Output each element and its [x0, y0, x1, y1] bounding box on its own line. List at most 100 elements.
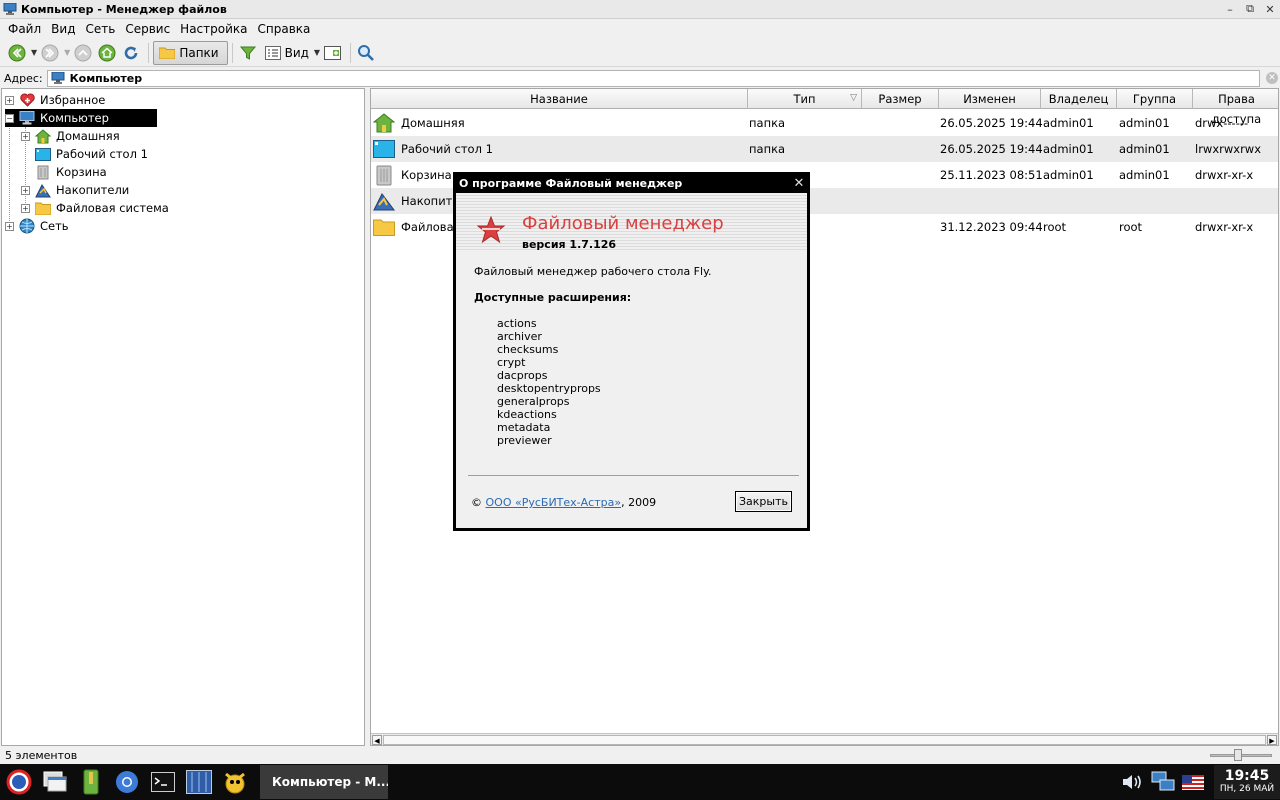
maximize-button[interactable]: ⧉	[1240, 0, 1260, 18]
tree-item-filesystem[interactable]: + Файловая система	[21, 199, 169, 217]
company-link[interactable]: ООО «РусБИТех-Астра»	[486, 496, 622, 509]
tree-item-label: Сеть	[40, 219, 69, 233]
scroll-right-icon[interactable]: ▶	[1267, 735, 1277, 745]
dialog-close-button[interactable]: Закрыть	[735, 491, 792, 512]
menu-service[interactable]: Сервис	[120, 19, 175, 39]
forward-icon	[41, 44, 59, 61]
trash-icon	[373, 164, 395, 186]
dialog-title: О программе Файловый менеджер	[459, 177, 683, 190]
extensions-list: actions archiver checksums crypt dacprop…	[497, 317, 601, 447]
tree-item-favorites[interactable]: + Избранное	[5, 91, 105, 109]
back-button[interactable]	[6, 41, 28, 65]
dialog-close-icon[interactable]: ✕	[791, 175, 807, 193]
column-header-owner[interactable]: Владелец	[1041, 89, 1117, 109]
column-header-permissions[interactable]: Права доступа	[1193, 89, 1278, 126]
home-button[interactable]	[96, 41, 118, 65]
scroll-left-icon[interactable]: ◀	[372, 735, 382, 745]
column-header-modified[interactable]: Изменен	[939, 89, 1041, 109]
scrollbar-thumb[interactable]	[383, 735, 1266, 745]
menu-network[interactable]: Сеть	[80, 19, 120, 39]
desktop-icon	[373, 138, 395, 160]
column-header-group[interactable]: Группа	[1117, 89, 1193, 109]
expand-icon[interactable]: +	[21, 185, 30, 195]
tree-item-trash[interactable]: Корзина	[35, 163, 107, 181]
start-menu-button[interactable]	[2, 765, 36, 799]
toolbar-separator	[231, 42, 233, 63]
file-row-desktop[interactable]: Рабочий стол 1 папка 26.05.2025 19:44 ad…	[371, 136, 1278, 162]
taskbar-window-button[interactable]: Компьютер - М...	[260, 765, 388, 799]
file-type: папка	[749, 116, 786, 130]
file-row-home[interactable]: Домашняя папка 26.05.2025 19:44 admin01 …	[371, 110, 1278, 136]
clear-address-icon[interactable]: ✕	[1266, 72, 1278, 84]
launcher-desktops-button[interactable]	[182, 765, 216, 799]
view-mode-button[interactable]: Вид	[261, 45, 313, 60]
tree-item-computer[interactable]: − Компьютер	[5, 109, 157, 127]
horizontal-scrollbar[interactable]: ◀ ▶	[371, 733, 1278, 745]
filter-button[interactable]	[237, 41, 259, 65]
window-title: Компьютер - Менеджер файлов	[21, 2, 227, 16]
zoom-slider[interactable]	[1210, 749, 1272, 761]
column-header-type[interactable]: Тип ▽	[748, 89, 862, 109]
launcher-terminal-button[interactable]	[146, 765, 180, 799]
view-icon	[264, 45, 281, 60]
menu-file[interactable]: Файл	[3, 19, 46, 39]
new-tab-button[interactable]	[322, 41, 344, 65]
collapse-icon[interactable]: −	[5, 113, 14, 123]
chevron-down-icon: ▼	[31, 48, 38, 57]
launcher-browser-button[interactable]	[110, 765, 144, 799]
network-status-button[interactable]	[1148, 767, 1178, 797]
expand-icon[interactable]: +	[21, 203, 30, 213]
about-dialog: О программе Файловый менеджер ✕ Файловый…	[453, 172, 810, 531]
zoom-slider-knob[interactable]	[1234, 749, 1242, 761]
item-count: 5 элементов	[5, 749, 78, 762]
search-button[interactable]	[355, 41, 377, 65]
forward-history-dropdown[interactable]: ▼	[63, 41, 70, 65]
column-header-name[interactable]: Название	[371, 89, 748, 109]
menu-help[interactable]: Справка	[253, 19, 316, 39]
folder-icon	[373, 216, 395, 238]
start-menu-icon	[6, 769, 32, 795]
new-tab-icon	[324, 45, 342, 60]
launcher-pet-button[interactable]	[218, 765, 252, 799]
column-header-size[interactable]: Размер	[862, 89, 939, 109]
app-version: версия 1.7.126	[522, 238, 617, 251]
tree-item-drives[interactable]: + Накопители	[21, 181, 129, 199]
file-owner: root	[1043, 220, 1067, 234]
launcher-archive-button[interactable]	[74, 765, 108, 799]
virtual-desktops-icon	[186, 770, 212, 794]
refresh-button[interactable]	[120, 41, 142, 65]
view-mode-dropdown[interactable]: ▼	[313, 41, 320, 65]
folders-toggle-button[interactable]: Папки	[153, 40, 228, 65]
copyright-line: © ООО «РусБИТех-Астра», 2009	[471, 496, 656, 509]
show-windows-button[interactable]	[38, 765, 72, 799]
file-list-header: Название Тип ▽ Размер Изменен Владелец Гр…	[371, 89, 1278, 126]
expand-icon[interactable]: +	[21, 131, 30, 141]
clock[interactable]: 19:45 ПН, 26 МАЙ	[1214, 765, 1280, 799]
extension-item: generalprops	[497, 395, 570, 408]
forward-button[interactable]	[39, 41, 61, 65]
tree-item-home[interactable]: + Домашняя	[21, 127, 120, 145]
up-icon	[74, 44, 92, 61]
file-permissions: lrwxrwxrwx	[1195, 142, 1262, 156]
expand-icon[interactable]: +	[5, 221, 14, 231]
window-titlebar: Компьютер - Менеджер файлов – ⧉ ✕	[0, 0, 1280, 19]
tree-item-network[interactable]: + Сеть	[5, 217, 69, 235]
extension-item: metadata	[497, 421, 551, 434]
menu-view[interactable]: Вид	[46, 19, 80, 39]
expand-icon[interactable]: +	[5, 95, 14, 105]
menu-settings[interactable]: Настройка	[175, 19, 252, 39]
network-globe-icon	[19, 218, 35, 234]
up-button[interactable]	[72, 41, 94, 65]
windows-icon	[43, 771, 67, 792]
back-history-dropdown[interactable]: ▼	[30, 41, 37, 65]
toolbar-separator	[350, 42, 352, 63]
close-window-button[interactable]: ✕	[1260, 0, 1280, 18]
terminal-icon	[151, 772, 175, 792]
keyboard-layout-button[interactable]	[1178, 767, 1208, 797]
extension-item: archiver	[497, 330, 542, 343]
tree-item-desktop[interactable]: Рабочий стол 1	[35, 145, 148, 163]
address-field[interactable]: Компьютер	[46, 69, 1260, 87]
folder-tree: + Избранное − Компьютер + Домашняя Рабоч…	[1, 88, 365, 746]
volume-button[interactable]	[1118, 767, 1148, 797]
minimize-button[interactable]: –	[1220, 0, 1240, 18]
